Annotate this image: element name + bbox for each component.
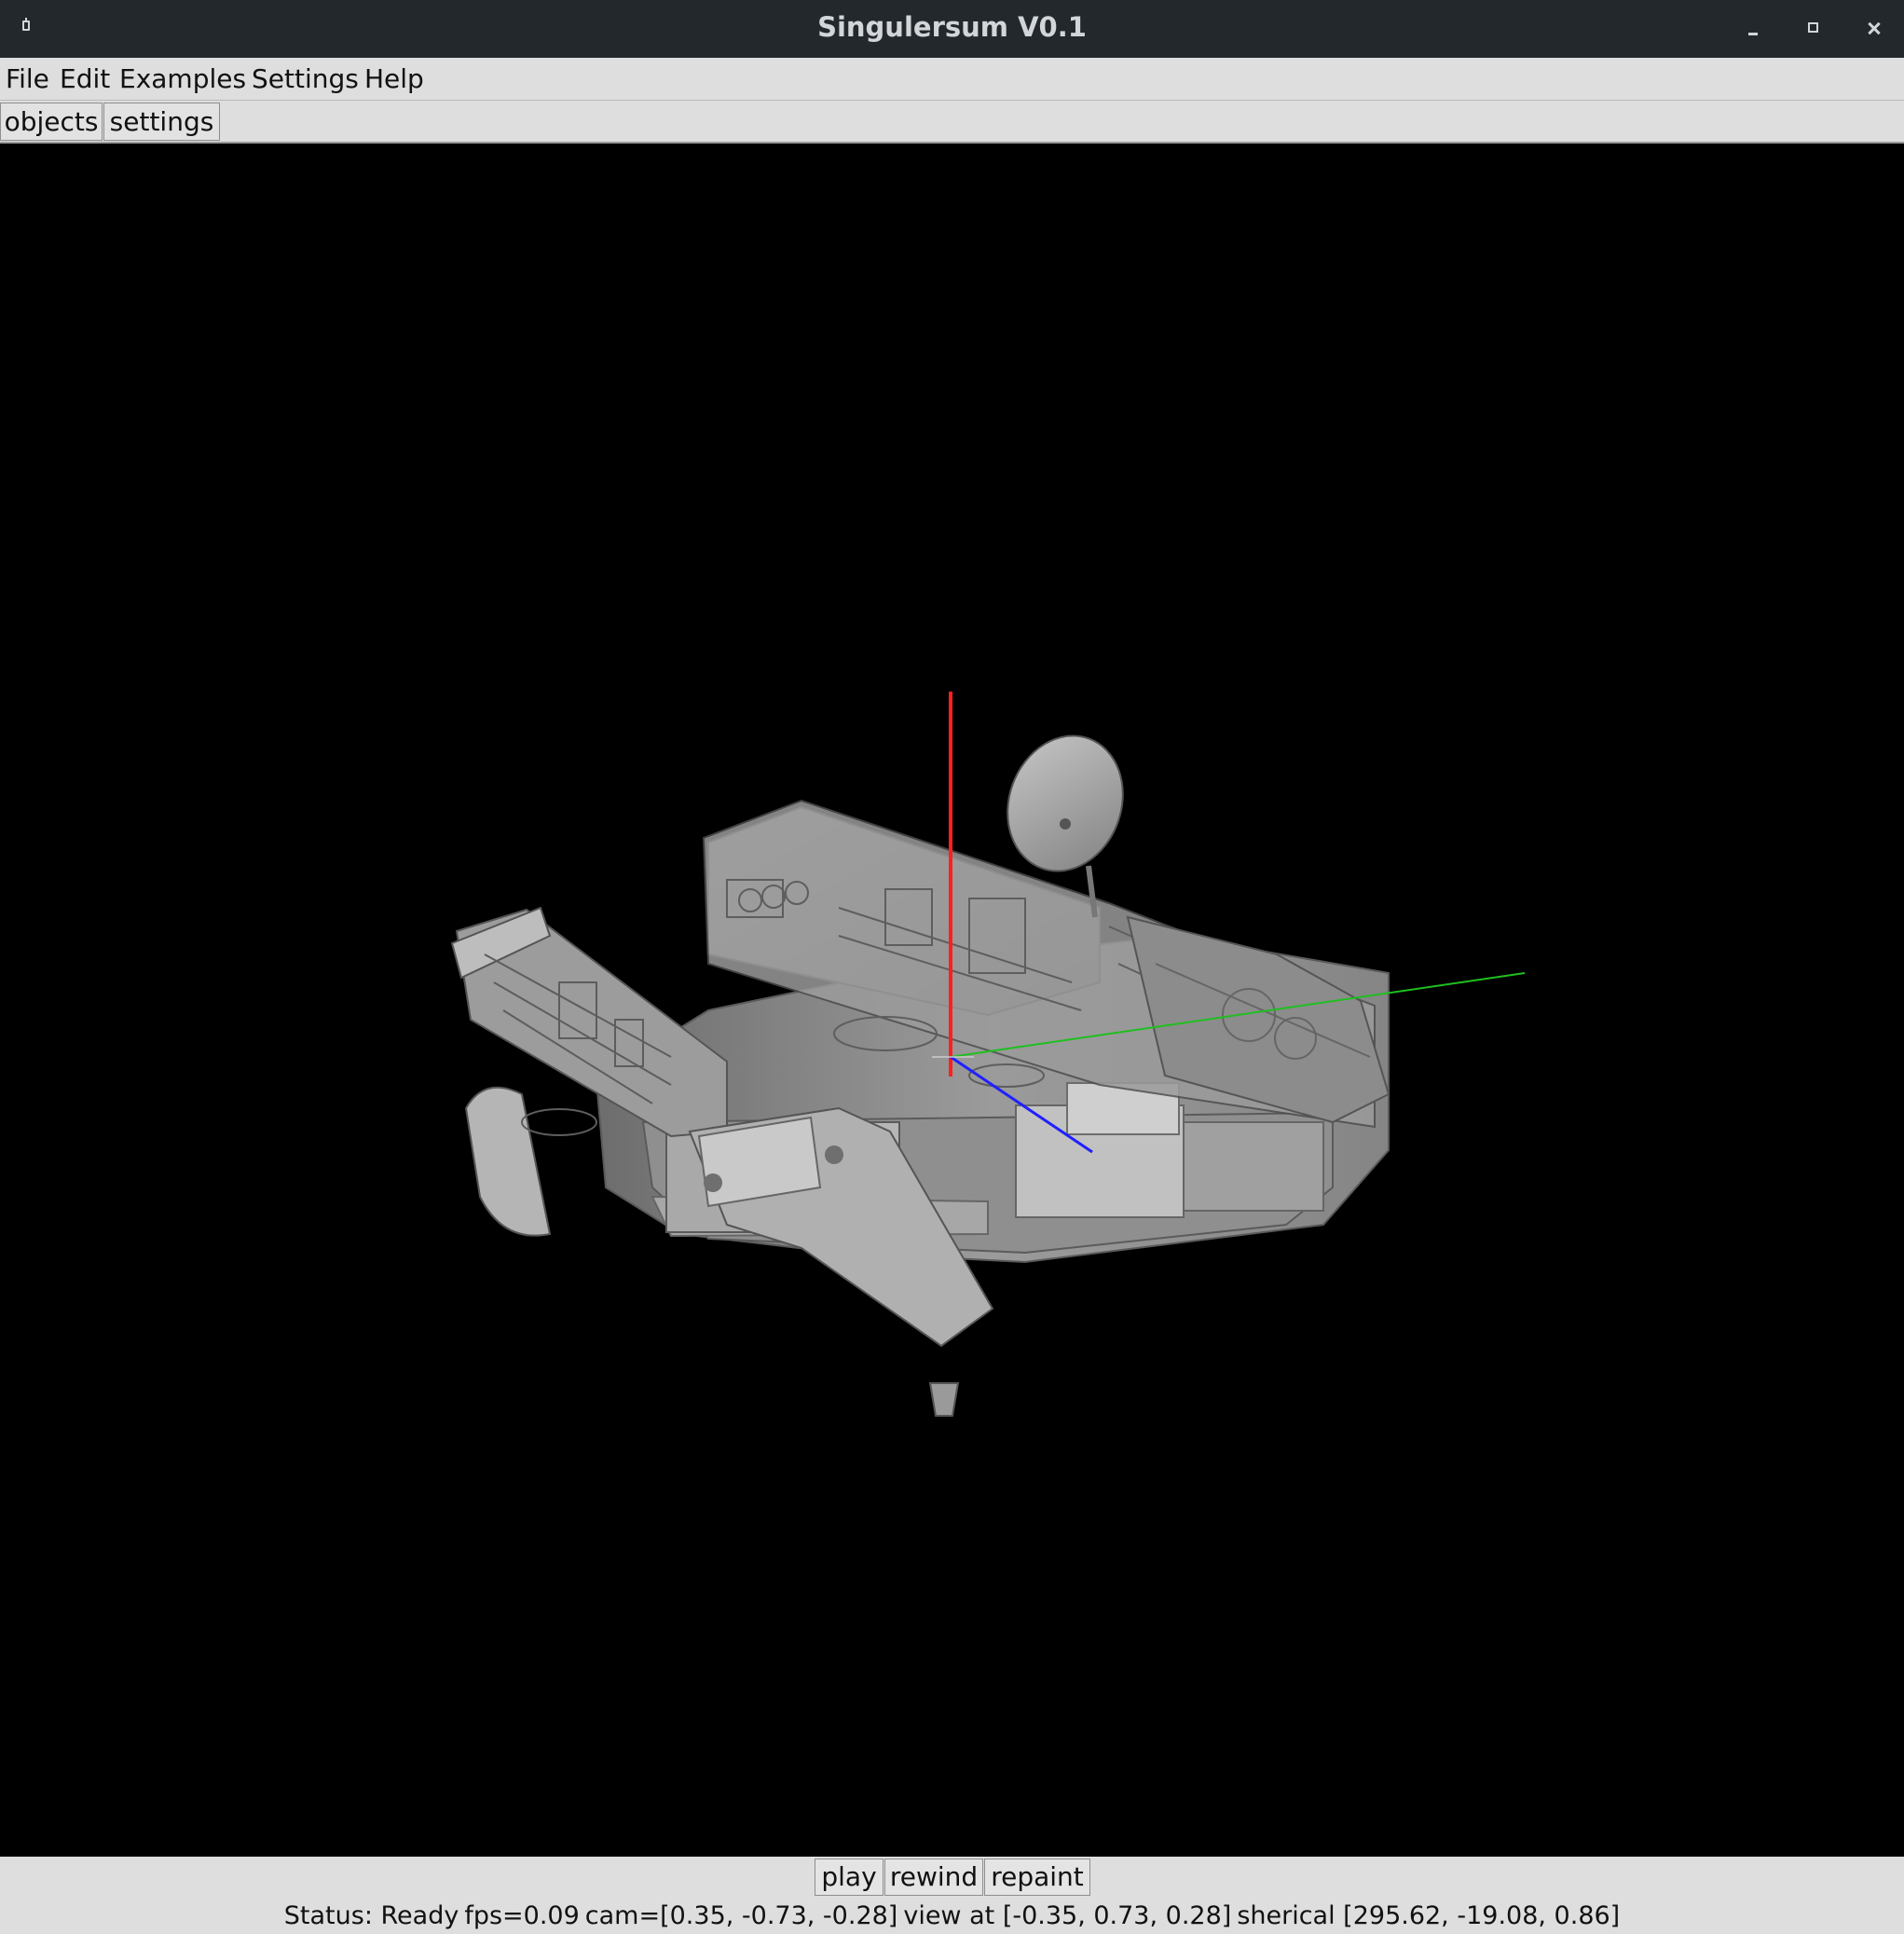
view-at-readout: view at [-0.35, 0.73, 0.28] bbox=[903, 1901, 1232, 1930]
status-text: Status: Ready bbox=[283, 1901, 459, 1930]
tab-settings[interactable]: settings bbox=[103, 103, 220, 141]
title-bar: Singulersum V0.1 bbox=[0, 0, 1904, 58]
repaint-button[interactable]: repaint bbox=[984, 1859, 1090, 1896]
menu-examples[interactable]: Examples bbox=[119, 58, 246, 101]
close-icon[interactable] bbox=[1856, 9, 1893, 47]
camera-position: cam=[0.35, -0.73, -0.28] bbox=[584, 1901, 898, 1930]
application-window: Singulersum V0.1 File Edit Examples Sett… bbox=[0, 0, 1904, 1934]
minimize-icon[interactable] bbox=[1735, 9, 1773, 47]
status-bar: Status: Ready fps=0.09 cam=[0.35, -0.73, -… bbox=[0, 1898, 1904, 1934]
maximize-icon[interactable] bbox=[1795, 9, 1832, 47]
spaceship-model bbox=[450, 734, 1390, 1417]
menu-bar: File Edit Examples Settings Help bbox=[0, 58, 1904, 101]
fps-readout: fps=0.09 bbox=[464, 1901, 580, 1930]
rewind-button[interactable]: rewind bbox=[884, 1859, 983, 1896]
window-title: Singulersum V0.1 bbox=[817, 11, 1087, 43]
control-panel: play rewind repaint Status: Ready fps=0.0… bbox=[0, 1857, 1904, 1934]
menu-settings[interactable]: Settings bbox=[252, 58, 359, 101]
menu-edit[interactable]: Edit bbox=[60, 58, 110, 101]
tab-objects[interactable]: objects bbox=[0, 103, 103, 141]
tab-toolbar: objects settings bbox=[0, 101, 1904, 144]
spherical-readout: sherical [295.62, -19.08, 0.86] bbox=[1237, 1901, 1621, 1930]
menu-help[interactable]: Help bbox=[364, 58, 424, 101]
menu-file[interactable]: File bbox=[6, 58, 49, 101]
3d-scene bbox=[450, 692, 1526, 1417]
3d-viewport[interactable] bbox=[0, 144, 1904, 1857]
play-button[interactable]: play bbox=[815, 1859, 884, 1896]
